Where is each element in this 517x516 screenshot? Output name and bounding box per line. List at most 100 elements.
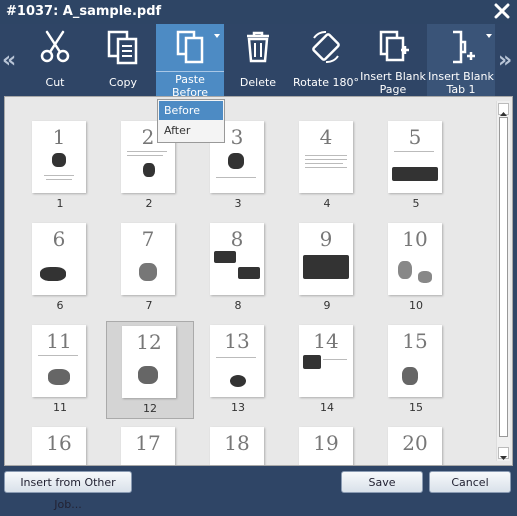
page-preview: 8 — [210, 223, 264, 295]
page-thumbnail[interactable]: 9 9 — [287, 219, 367, 319]
page-number-mark: 4 — [319, 125, 333, 149]
paste-icon — [176, 30, 204, 64]
page-thumbnail[interactable]: 15 15 — [376, 321, 456, 421]
page-caption: 4 — [323, 197, 331, 210]
page-preview: 11 — [32, 325, 86, 397]
footer-bar: Insert from Other Job... Save Cancel — [0, 466, 517, 511]
scrollbar-thumb[interactable] — [499, 117, 508, 437]
page-number-mark: 7 — [141, 227, 155, 251]
toolbar: « Cut Copy Paste Before Delete Rotate 18… — [0, 24, 517, 99]
page-caption: 15 — [409, 401, 423, 414]
page-preview: 16 — [32, 427, 86, 465]
page-thumbnail[interactable]: 18 — [198, 423, 278, 465]
insert-tab-icon — [453, 30, 475, 64]
page-preview: 7 — [121, 223, 175, 295]
menu-item-before[interactable]: Before — [159, 101, 223, 120]
page-preview: 18 — [210, 427, 264, 465]
page-preview: 10 — [388, 223, 442, 295]
page-preview: 13 — [210, 325, 264, 397]
copy-label: Copy — [109, 76, 137, 89]
cut-button[interactable]: Cut — [20, 24, 90, 96]
insert-blank-tab-button[interactable]: Insert Blank Tab 1 — [427, 24, 495, 96]
insert-blank-page-label: Insert Blank Page — [360, 70, 426, 96]
vertical-scrollbar[interactable] — [496, 101, 510, 461]
page-caption: 2 — [145, 197, 153, 210]
page-number-mark: 14 — [313, 329, 339, 353]
page-number-mark: 1 — [52, 125, 66, 149]
page-thumbnail[interactable]: 14 14 — [287, 321, 367, 421]
page-thumbnail-selected[interactable]: 12 12 — [106, 321, 194, 419]
scroll-right-icon[interactable]: » — [498, 48, 512, 73]
page-preview: 4 — [299, 121, 353, 193]
page-caption: 9 — [323, 299, 331, 312]
page-preview: 6 — [32, 223, 86, 295]
page-number-mark: 13 — [224, 329, 250, 353]
page-thumbnail[interactable]: 16 — [20, 423, 100, 465]
insert-blank-tab-label: Insert Blank Tab 1 — [428, 70, 494, 96]
page-preview: 9 — [299, 223, 353, 295]
insert-blank-page-button[interactable]: Insert Blank Page — [360, 24, 426, 96]
insert-tab-dropdown-caret-icon[interactable] — [486, 34, 492, 38]
page-thumbnail[interactable]: 7 7 — [109, 219, 189, 319]
page-number-mark: 5 — [408, 125, 422, 149]
rotate-button[interactable]: Rotate 180° — [292, 24, 360, 96]
page-thumbnail[interactable]: 19 — [287, 423, 367, 465]
page-thumbnail[interactable]: 1 1 — [20, 117, 100, 217]
close-icon[interactable] — [492, 1, 512, 21]
page-thumbnail[interactable]: 17 — [109, 423, 189, 465]
page-caption: 13 — [231, 401, 245, 414]
page-thumbnail[interactable]: 6 6 — [20, 219, 100, 319]
page-caption: 11 — [53, 401, 67, 414]
page-preview: 20 — [388, 427, 442, 465]
page-number-mark: 8 — [230, 227, 244, 251]
page-preview: 17 — [121, 427, 175, 465]
scissors-icon — [40, 30, 70, 63]
page-preview: 14 — [299, 325, 353, 397]
page-thumbnail[interactable]: 11 11 — [20, 321, 100, 421]
page-caption: 12 — [143, 402, 157, 415]
page-caption: 14 — [320, 401, 334, 414]
page-thumbnail[interactable]: 5 5 — [376, 117, 456, 217]
delete-label: Delete — [239, 76, 277, 89]
page-number-mark: 11 — [46, 329, 72, 353]
page-number-mark: 9 — [319, 227, 333, 251]
scroll-left-icon[interactable]: « — [2, 48, 16, 73]
paste-dropdown-menu: Before After — [157, 99, 225, 143]
paste-dropdown-caret-icon[interactable] — [214, 34, 220, 38]
rotate-icon — [312, 30, 340, 64]
page-number-mark: 19 — [313, 431, 339, 455]
page-caption: 7 — [145, 299, 153, 312]
cut-label: Cut — [45, 76, 65, 89]
page-caption: 5 — [412, 197, 420, 210]
menu-item-after[interactable]: After — [159, 121, 223, 140]
page-thumbnail[interactable]: 20 — [376, 423, 456, 465]
cancel-button[interactable]: Cancel — [429, 471, 511, 493]
insert-from-other-job-button[interactable]: Insert from Other Job... — [4, 471, 132, 511]
page-number-mark: 18 — [224, 431, 250, 455]
page-thumbnail[interactable]: 8 8 — [198, 219, 278, 319]
scroll-down-icon[interactable] — [498, 447, 509, 460]
page-thumbnail[interactable]: 13 13 — [198, 321, 278, 421]
page-number-mark: 12 — [136, 330, 162, 354]
insert-page-icon — [379, 30, 409, 62]
paste-before-label: Paste Before — [156, 71, 224, 99]
page-number-mark: 15 — [402, 329, 428, 353]
page-thumbnail-area: 1 1 2 2 3 3 4 4 5 5 6 6 7 7 8 8 9 9 10 1… — [4, 96, 513, 466]
rotate-label: Rotate 180° — [292, 76, 359, 89]
copy-button[interactable]: Copy — [90, 24, 156, 96]
trash-icon — [247, 31, 269, 63]
page-thumbnail[interactable]: 4 4 — [287, 117, 367, 217]
delete-button[interactable]: Delete — [226, 24, 290, 96]
page-preview: 12 — [122, 326, 176, 398]
window-title: #1037: A_sample.pdf — [6, 4, 162, 19]
scroll-up-icon[interactable] — [498, 103, 509, 116]
paste-before-button[interactable]: Paste Before — [156, 24, 224, 99]
page-caption: 3 — [234, 197, 242, 210]
page-caption: 6 — [56, 299, 64, 312]
page-thumbnail[interactable]: 10 10 — [376, 219, 456, 319]
page-caption: 8 — [234, 299, 242, 312]
copy-icon — [107, 30, 138, 65]
save-button[interactable]: Save — [341, 471, 423, 493]
title-bar: #1037: A_sample.pdf — [0, 0, 517, 24]
page-number-mark: 20 — [402, 431, 428, 455]
